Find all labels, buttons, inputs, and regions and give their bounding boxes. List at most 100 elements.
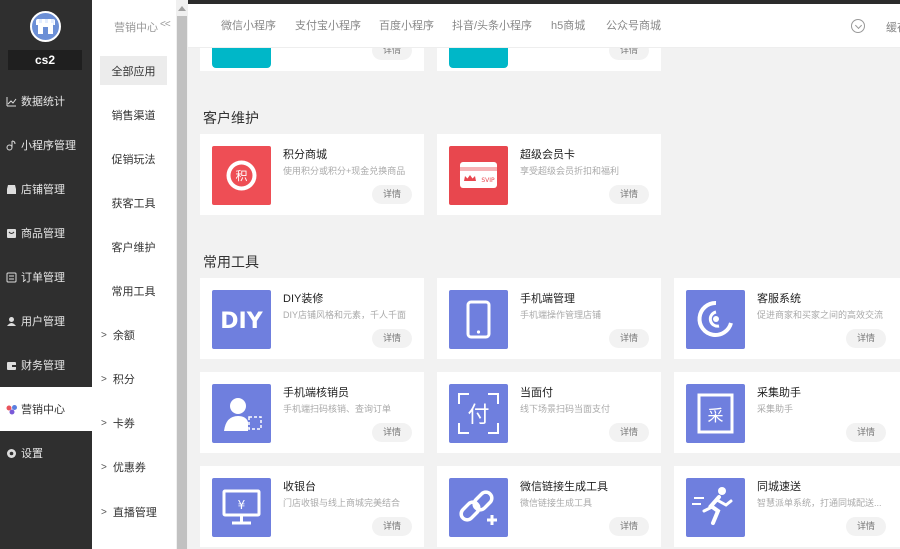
sidebar-item-finance[interactable]: 财务管理 bbox=[0, 343, 92, 387]
tab-official-account-mall[interactable]: 公众号商城 bbox=[606, 4, 661, 48]
submenu-tree-label: 积分 bbox=[112, 374, 135, 386]
diy-glyph: DIY bbox=[220, 309, 263, 334]
app-card[interactable]: 手机端管理 手机端操作管理店铺 详情 bbox=[437, 278, 661, 359]
app-card[interactable]: ¥ 收银台 门店收银与线上商城完美结合 详情 bbox=[200, 466, 424, 547]
submenu-tree-coupon-card[interactable]: > 卡券 bbox=[101, 411, 171, 435]
app-card[interactable]: SVIP 超级会员卡 享受超级会员折扣和福利 详情 bbox=[437, 134, 661, 215]
app-card[interactable]: 微信链接生成工具 微信链接生成工具 详情 bbox=[437, 466, 661, 547]
detail-button[interactable]: 详情 bbox=[609, 329, 649, 348]
courier-runner-icon bbox=[686, 478, 745, 537]
app-card[interactable]: 积 积分商城 使用积分或积分+现金兑换商品 详情 bbox=[200, 134, 424, 215]
mobile-phone-icon bbox=[449, 290, 508, 349]
collapse-button[interactable]: << bbox=[160, 19, 171, 30]
detail-button[interactable]: 详情 bbox=[372, 423, 412, 442]
download-icon[interactable] bbox=[851, 19, 865, 33]
app-card[interactable]: 客服系统 促进商家和买家之间的高效交流 详情 bbox=[674, 278, 900, 359]
detail-button[interactable]: 详情 bbox=[609, 185, 649, 204]
card-name: 微信链接生成工具 bbox=[520, 481, 608, 493]
main-sidebar: cs2 数据统计 小程序管理 店铺管理 商品管理 订单管理 用户管理 财务管理 … bbox=[0, 0, 92, 549]
app-icon-partial bbox=[212, 48, 271, 68]
sidebar-item-miniprogram[interactable]: 小程序管理 bbox=[0, 123, 92, 167]
submenu-item-acquisition[interactable]: 获客工具 bbox=[100, 188, 167, 217]
card-name: 客服系统 bbox=[757, 293, 801, 305]
submenu-tree-label: 直播管理 bbox=[112, 507, 157, 519]
sidebar-item-goods[interactable]: 商品管理 bbox=[0, 211, 92, 255]
app-card[interactable]: DIY DIY装修 DIY店铺风格和元素，千人千面 详情 bbox=[200, 278, 424, 359]
submenu-item-customer[interactable]: 客户维护 bbox=[100, 232, 167, 261]
cache-button[interactable]: 缓存 bbox=[886, 19, 900, 35]
card-name: 当面付 bbox=[520, 387, 553, 399]
store-door bbox=[43, 27, 48, 34]
chevron-right-icon: > bbox=[101, 329, 107, 341]
collect-glyph: 采 bbox=[707, 406, 723, 425]
goods-icon bbox=[6, 228, 17, 239]
detail-button[interactable]: 详情 bbox=[846, 329, 886, 348]
sidebar-item-statistics[interactable]: 数据统计 bbox=[0, 79, 92, 123]
link-icon bbox=[6, 140, 17, 151]
detail-button[interactable]: 详情 bbox=[609, 423, 649, 442]
chevron-right-icon: > bbox=[101, 506, 107, 518]
card-name: 积分商城 bbox=[283, 149, 327, 161]
card-name: 手机端管理 bbox=[520, 293, 575, 305]
detail-button[interactable]: 详情 bbox=[609, 517, 649, 536]
submenu-title: 营销中心 bbox=[114, 22, 158, 34]
app-card[interactable]: 手机端核销员 手机端扫码核销、查询订单 详情 bbox=[200, 372, 424, 453]
points-mall-icon: 积 bbox=[212, 146, 271, 205]
order-icon bbox=[6, 272, 17, 283]
user-icon bbox=[6, 316, 17, 327]
verifier-icon bbox=[212, 384, 271, 443]
card-desc: 手机端操作管理店铺 bbox=[520, 310, 602, 320]
submenu-tree-points[interactable]: > 积分 bbox=[101, 367, 171, 391]
app-card[interactable]: 同城速送 智慧派单系统，打通同城配送... 详情 bbox=[674, 466, 900, 547]
tab-alipay-miniprogram[interactable]: 支付宝小程序 bbox=[295, 4, 361, 48]
submenu-item-all-apps[interactable]: 全部应用 bbox=[100, 56, 167, 85]
link-generator-icon bbox=[449, 478, 508, 537]
card-name: 手机端核销员 bbox=[283, 387, 349, 399]
submenu-tree-balance[interactable]: > 余额 bbox=[101, 323, 171, 347]
sidebar-item-store[interactable]: 店铺管理 bbox=[0, 167, 92, 211]
card-desc: 线下场景扫码当面支付 bbox=[520, 404, 611, 414]
tab-baidu-miniprogram[interactable]: 百度小程序 bbox=[379, 4, 434, 48]
collector-icon: 采 bbox=[686, 384, 745, 443]
detail-button[interactable]: 详情 bbox=[372, 329, 412, 348]
tab-h5-mall[interactable]: h5商城 bbox=[551, 4, 585, 48]
sidebar-item-label: 财务管理 bbox=[21, 360, 65, 372]
sidebar-item-settings[interactable]: 设置 bbox=[0, 431, 92, 475]
detail-button[interactable]: 详情 bbox=[846, 517, 886, 536]
points-glyph: 积 bbox=[235, 169, 247, 183]
chart-icon bbox=[6, 96, 17, 107]
detail-button[interactable]: 详情 bbox=[372, 517, 412, 536]
vip-glyph: SVIP bbox=[481, 177, 495, 184]
submenu-item-sales-channel[interactable]: 销售渠道 bbox=[100, 100, 167, 129]
scrollbar-thumb[interactable] bbox=[177, 16, 187, 549]
submenu-tree-coupon[interactable]: > 优惠券 bbox=[101, 455, 171, 479]
sidebar-item-label: 小程序管理 bbox=[21, 140, 76, 152]
app-card[interactable]: 付 当面付 线下场景扫码当面支付 详情 bbox=[437, 372, 661, 453]
tab-douyin-miniprogram[interactable]: 抖音/头条小程序 bbox=[452, 4, 532, 48]
sidebar-item-label: 数据统计 bbox=[21, 96, 65, 108]
cashier-glyph: ¥ bbox=[238, 498, 246, 512]
chevron-right-icon: > bbox=[101, 373, 107, 385]
sidebar-item-label: 用户管理 bbox=[21, 316, 65, 328]
store-icon bbox=[6, 184, 17, 195]
sidebar-item-label: 设置 bbox=[21, 448, 43, 460]
card-desc: 智慧派单系统，打通同城配送... bbox=[757, 498, 882, 508]
submenu-item-promotion[interactable]: 促销玩法 bbox=[100, 144, 167, 173]
pay-glyph: 付 bbox=[467, 403, 489, 428]
shop-avatar[interactable] bbox=[30, 11, 61, 42]
sidebar-item-marketing[interactable]: 营销中心 bbox=[0, 387, 92, 431]
diy-icon: DIY bbox=[212, 290, 271, 349]
submenu-tree-live[interactable]: > 直播管理 bbox=[101, 500, 171, 524]
app-card[interactable]: 采 采集助手 采集助手 详情 bbox=[674, 372, 900, 453]
sidebar-item-label: 订单管理 bbox=[21, 272, 65, 284]
submenu-tree-label: 优惠券 bbox=[112, 462, 146, 474]
sidebar-item-orders[interactable]: 订单管理 bbox=[0, 255, 92, 299]
scroll-up-arrow-icon[interactable] bbox=[178, 6, 186, 11]
detail-button[interactable]: 详情 bbox=[372, 185, 412, 204]
detail-button[interactable]: 详情 bbox=[846, 423, 886, 442]
tab-wechat-miniprogram[interactable]: 微信小程序 bbox=[221, 4, 276, 48]
submenu-item-tools[interactable]: 常用工具 bbox=[100, 276, 167, 305]
card-name: DIY装修 bbox=[283, 293, 324, 305]
sidebar-item-users[interactable]: 用户管理 bbox=[0, 299, 92, 343]
chevron-right-icon: > bbox=[101, 417, 107, 429]
